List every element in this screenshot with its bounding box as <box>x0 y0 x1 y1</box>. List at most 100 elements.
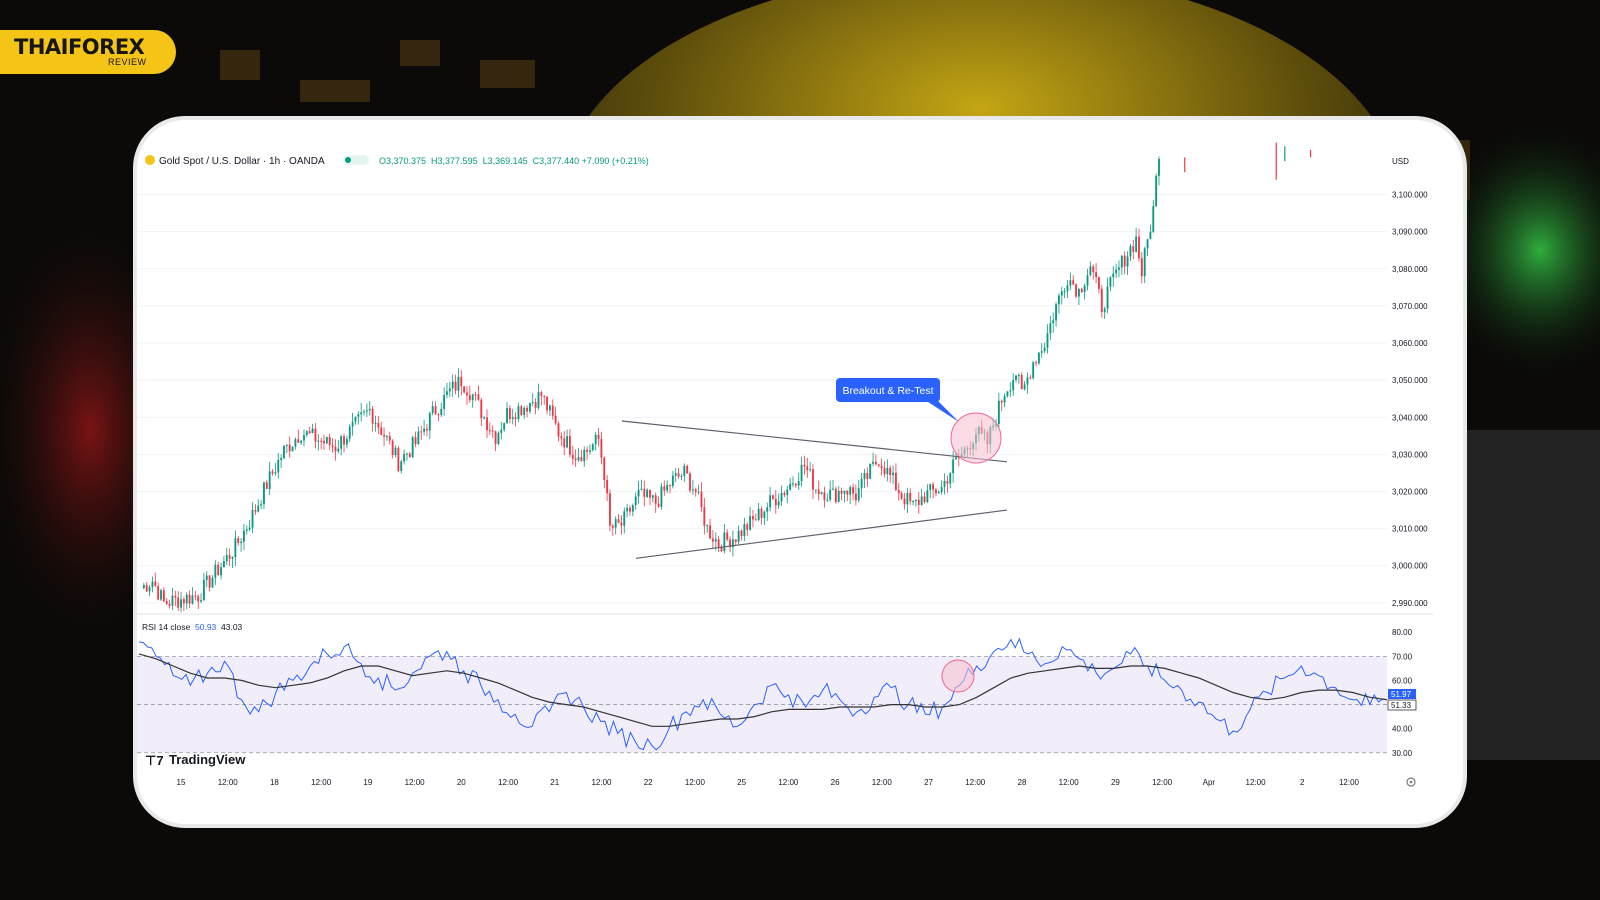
tradingview-chart[interactable]: 3,100.000 3,090.000 3,080.000 3,070.000 3,06… <box>137 120 1463 824</box>
breakout-callout-pointer <box>925 400 959 422</box>
candle-body <box>663 486 666 491</box>
candle-body <box>486 417 488 431</box>
candle-body <box>889 467 892 476</box>
candle-body <box>222 561 225 568</box>
candle-body <box>686 465 689 474</box>
candle-body <box>417 431 420 445</box>
candle-body <box>526 407 528 412</box>
candle-body <box>1006 391 1009 396</box>
candle-body <box>191 595 194 604</box>
candle-body <box>1020 374 1023 390</box>
candle-body <box>857 488 860 501</box>
price-axis-label: 3,060.000 <box>1392 339 1428 348</box>
candle-body <box>711 538 714 542</box>
chart-frame: 3,100.000 3,090.000 3,080.000 3,070.000 3,06… <box>133 116 1467 828</box>
candle-body <box>174 595 177 598</box>
candle-body <box>820 492 823 495</box>
candle-body <box>180 599 182 608</box>
candle-body <box>1140 258 1143 277</box>
candle-body <box>694 489 697 493</box>
candle-body <box>377 423 380 428</box>
candle-body <box>952 459 955 474</box>
candle-body <box>814 489 817 491</box>
time-axis-label: 12:00 <box>218 778 239 787</box>
candle-body <box>1037 352 1040 364</box>
price-axis[interactable]: 3,100.000 3,090.000 3,080.000 3,070.000 3,06… <box>1392 191 1428 608</box>
candle-body <box>1017 374 1020 376</box>
candle-body <box>591 444 594 451</box>
candle-body <box>208 575 211 588</box>
candle-body <box>617 519 620 523</box>
candle-body <box>554 415 557 424</box>
candle-body <box>483 417 486 419</box>
candle-body <box>577 457 580 461</box>
candle-body <box>915 499 917 501</box>
candle-body <box>609 493 611 526</box>
candle-body <box>709 525 711 539</box>
candle-body <box>797 481 800 486</box>
price-axis-label: 3,070.000 <box>1392 302 1428 311</box>
candle-body <box>1132 246 1135 252</box>
time-axis-label: 19 <box>363 778 372 787</box>
time-axis-label: 12:00 <box>1246 778 1267 787</box>
candle-body <box>1092 266 1095 273</box>
candle-body <box>1066 285 1069 292</box>
candle-body <box>323 440 325 444</box>
candle-body <box>874 461 877 465</box>
triangle-lower-line[interactable] <box>635 509 1008 559</box>
candle-body <box>277 459 280 473</box>
candle-body <box>460 376 463 387</box>
candle-body <box>917 499 920 505</box>
candle-body <box>932 484 935 490</box>
price-axis-label: 3,030.000 <box>1392 450 1428 459</box>
candle-body <box>646 489 649 497</box>
candle-body <box>142 585 145 589</box>
candle-body <box>308 431 311 434</box>
candle-body <box>182 599 185 604</box>
triangle-upper-line[interactable] <box>621 420 1008 463</box>
candle-body <box>263 482 265 505</box>
time-axis-label: 12:00 <box>311 778 332 787</box>
candle-body <box>1060 291 1063 296</box>
candle-body <box>271 471 274 474</box>
candle-body <box>680 475 683 477</box>
candle-body <box>537 392 540 408</box>
candle-body <box>1098 276 1100 289</box>
candle-body <box>194 595 197 597</box>
candle-body <box>780 493 783 502</box>
price-axis-label: 3,100.000 <box>1392 191 1428 200</box>
candle-body <box>1023 384 1026 390</box>
candle-body <box>872 461 874 464</box>
candle-body <box>894 472 897 491</box>
candle-body <box>866 472 869 479</box>
candle-body <box>743 524 746 537</box>
candle-body <box>1026 377 1029 385</box>
time-axis-label: 28 <box>1018 778 1027 787</box>
symbol-title[interactable]: Gold Spot / U.S. Dollar · 1h · OANDA <box>159 156 325 167</box>
candle-body <box>491 430 494 432</box>
price-axis-label: 3,080.000 <box>1392 265 1428 274</box>
candle-body <box>929 484 932 491</box>
price-axis-label: 3,050.000 <box>1392 376 1428 385</box>
candle-body <box>1029 377 1032 379</box>
candle-body <box>1106 286 1109 309</box>
candle-body <box>566 436 569 448</box>
candle-body <box>508 408 511 420</box>
candle-body <box>840 490 843 494</box>
candle-body <box>726 532 729 540</box>
rsi-highlight-circle <box>941 659 975 693</box>
candle-body <box>1095 272 1098 277</box>
candle-body <box>420 431 423 433</box>
time-axis-label: 21 <box>550 778 559 787</box>
candle-body <box>563 438 566 448</box>
time-axis[interactable]: 15 12:00 18 12:00 19 12:00 20 12:00 21 12:00 22 12:… <box>177 778 1360 787</box>
rsi-axis-label: 40.00 <box>1392 725 1413 734</box>
candle-body <box>1123 255 1126 267</box>
candle-body <box>426 428 428 431</box>
candle-body <box>620 522 623 526</box>
candle-body <box>185 594 188 604</box>
candle-body <box>594 434 597 445</box>
candle-body <box>792 483 794 485</box>
time-axis-label: 12:00 <box>1059 778 1080 787</box>
price-axis-label: 3,020.000 <box>1392 488 1428 497</box>
